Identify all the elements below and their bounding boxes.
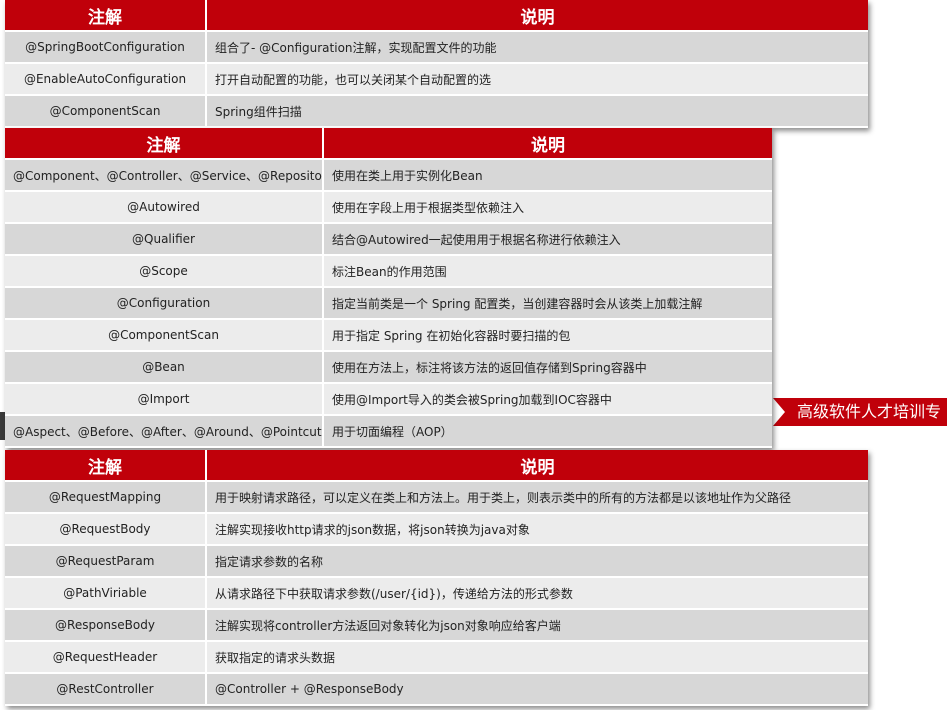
description-cell: 用于指定 Spring 在初始化容器时要扫描的包 <box>323 319 772 352</box>
table-row: @Autowired 使用在字段上用于根据类型依赖注入 <box>5 191 772 224</box>
annotation-cell: @ComponentScan <box>5 95 207 128</box>
description-cell: 指定当前类是一个 Spring 配置类，当创建容器时会从该类上加载注解 <box>323 287 772 320</box>
table-row: @ComponentScan Spring组件扫描 <box>5 95 868 128</box>
table-row: @Component、@Controller、@Service、@Reposit… <box>5 159 772 192</box>
annotation-cell: @SpringBootConfiguration <box>5 31 207 64</box>
annotation-cell: @RequestBody <box>5 513 207 546</box>
annotation-cell: @RestController <box>5 673 207 706</box>
training-banner: 高级软件人才培训专 <box>773 398 947 426</box>
description-cell: 使用@Import导入的类会被Spring加载到IOC容器中 <box>323 383 772 416</box>
table-row: @RequestParam 指定请求参数的名称 <box>5 545 868 578</box>
table-row: @Aspect、@Before、@After、@Around、@Pointcut… <box>5 415 772 448</box>
description-cell: 使用在类上用于实例化Bean <box>323 159 772 192</box>
springboot-annotations-table: 注解 说明 @SpringBootConfiguration 组合了- @Con… <box>5 0 868 128</box>
annotation-cell: @Import <box>5 383 324 416</box>
description-cell: 组合了- @Configuration注解，实现配置文件的功能 <box>206 31 868 64</box>
table-row: @EnableAutoConfiguration 打开自动配置的功能，也可以关闭… <box>5 63 868 96</box>
annotation-cell: @Component、@Controller、@Service、@Reposit… <box>5 159 324 192</box>
table-row: @ComponentScan 用于指定 Spring 在初始化容器时要扫描的包 <box>5 319 772 352</box>
annotation-cell: @Scope <box>5 255 324 288</box>
table-row: @Bean 使用在方法上，标注将该方法的返回值存储到Spring容器中 <box>5 351 772 384</box>
annotation-cell: @PathViriable <box>5 577 207 610</box>
annotation-cell: @RequestMapping <box>5 481 207 514</box>
description-cell: 使用在方法上，标注将该方法的返回值存储到Spring容器中 <box>323 351 772 384</box>
table-row: @Import 使用@Import导入的类会被Spring加载到IOC容器中 <box>5 383 772 416</box>
banner-notch <box>773 398 785 426</box>
annotation-cell: @Autowired <box>5 191 324 224</box>
table-header-row: 注解 说明 <box>5 450 868 482</box>
description-cell: 注解实现将controller方法返回对象转化为json对象响应给客户端 <box>206 609 868 642</box>
description-cell: 打开自动配置的功能，也可以关闭某个自动配置的选 <box>206 63 868 96</box>
header-description: 说明 <box>206 450 868 482</box>
annotation-cell: @ComponentScan <box>5 319 324 352</box>
header-description: 说明 <box>206 0 868 32</box>
description-cell: 用于切面编程（AOP） <box>323 415 772 448</box>
table-row: @RequestHeader 获取指定的请求头数据 <box>5 641 868 674</box>
description-cell: 用于映射请求路径，可以定义在类上和方法上。用于类上，则表示类中的所有的方法都是以… <box>206 481 868 514</box>
table-row: @Configuration 指定当前类是一个 Spring 配置类，当创建容器… <box>5 287 772 320</box>
header-annotation: 注解 <box>5 0 207 32</box>
header-annotation: 注解 <box>5 128 324 160</box>
annotation-cell: @RequestParam <box>5 545 207 578</box>
table-row: @SpringBootConfiguration 组合了- @Configura… <box>5 31 868 64</box>
springmvc-annotations-table: 注解 说明 @RequestMapping 用于映射请求路径，可以定义在类上和方… <box>5 450 868 706</box>
table-row: @ResponseBody 注解实现将controller方法返回对象转化为js… <box>5 609 868 642</box>
table-row: @RequestMapping 用于映射请求路径，可以定义在类上和方法上。用于类… <box>5 481 868 514</box>
annotation-cell: @Aspect、@Before、@After、@Around、@Pointcut <box>5 415 324 448</box>
annotation-cell: @Qualifier <box>5 223 324 256</box>
banner-text: 高级软件人才培训专 <box>797 402 942 421</box>
table-row: @PathViriable 从请求路径下中获取请求参数(/user/{id})，… <box>5 577 868 610</box>
description-cell: 获取指定的请求头数据 <box>206 641 868 674</box>
description-cell: Spring组件扫描 <box>206 95 868 128</box>
annotation-cell: @Bean <box>5 351 324 384</box>
description-cell: 标注Bean的作用范围 <box>323 255 772 288</box>
description-cell: 注解实现接收http请求的json数据，将json转换为java对象 <box>206 513 868 546</box>
annotation-cell: @ResponseBody <box>5 609 207 642</box>
table-row: @Qualifier 结合@Autowired一起使用用于根据名称进行依赖注入 <box>5 223 772 256</box>
annotation-cell: @EnableAutoConfiguration <box>5 63 207 96</box>
table-header-row: 注解 说明 <box>5 0 868 32</box>
annotation-cell: @RequestHeader <box>5 641 207 674</box>
description-cell: 结合@Autowired一起使用用于根据名称进行依赖注入 <box>323 223 772 256</box>
description-cell: 从请求路径下中获取请求参数(/user/{id})，传递给方法的形式参数 <box>206 577 868 610</box>
description-cell: @Controller + @ResponseBody <box>206 673 868 706</box>
description-cell: 使用在字段上用于根据类型依赖注入 <box>323 191 772 224</box>
table-row: @RequestBody 注解实现接收http请求的json数据，将json转换… <box>5 513 868 546</box>
annotation-cell: @Configuration <box>5 287 324 320</box>
description-cell: 指定请求参数的名称 <box>206 545 868 578</box>
table-header-row: 注解 说明 <box>5 128 772 160</box>
header-annotation: 注解 <box>5 450 207 482</box>
table-row: @RestController @Controller + @ResponseB… <box>5 673 868 706</box>
spring-core-annotations-table: 注解 说明 @Component、@Controller、@Service、@R… <box>5 128 772 448</box>
table-row: @Scope 标注Bean的作用范围 <box>5 255 772 288</box>
header-description: 说明 <box>323 128 772 160</box>
